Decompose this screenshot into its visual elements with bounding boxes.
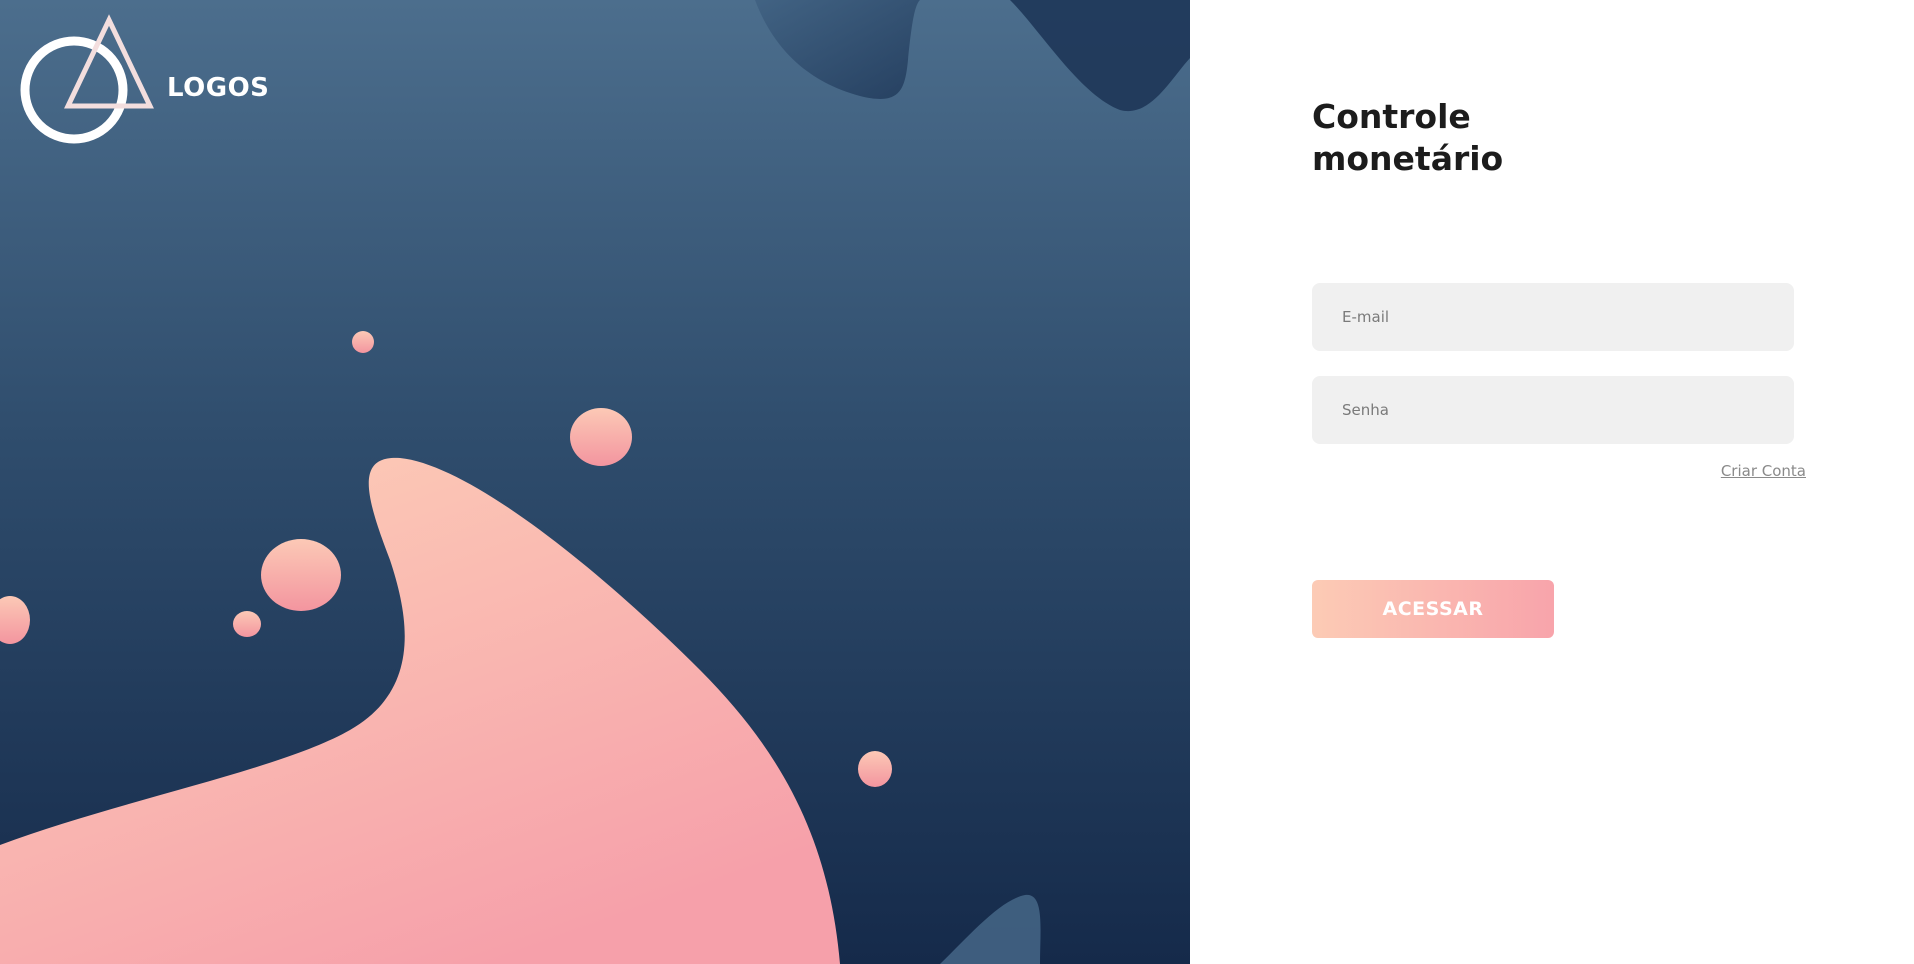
drop [0,596,30,644]
create-account-link[interactable]: Criar Conta [1721,462,1806,480]
submit-button[interactable]: ACESSAR [1312,580,1554,638]
brand-logo[interactable]: LOGOS [20,14,269,144]
login-form-panel: Controle monetário Criar Conta ACESSAR [1190,0,1914,964]
circle-triangle-logo-icon [20,14,154,144]
top-right-blob [1010,0,1190,112]
email-field-container [1312,283,1794,351]
email-field[interactable] [1312,283,1794,351]
brand-name: LOGOS [167,73,270,103]
drop [352,331,374,353]
drop [261,539,341,611]
password-field-container [1312,376,1794,444]
title-line-1: Controle [1312,97,1471,136]
page-title: Controle monetário [1312,96,1612,180]
hero-illustration [0,0,1190,964]
hero-panel: LOGOS [0,0,1190,964]
title-line-2: monetário [1312,139,1504,178]
drop [858,751,892,787]
pink-wave [0,457,840,964]
drop [570,408,632,466]
bottom-blob [940,894,1041,964]
login-page: LOGOS Controle monetário Criar Conta ACE… [0,0,1914,964]
drop [233,611,261,637]
password-field[interactable] [1312,376,1794,444]
top-blob [755,0,920,99]
